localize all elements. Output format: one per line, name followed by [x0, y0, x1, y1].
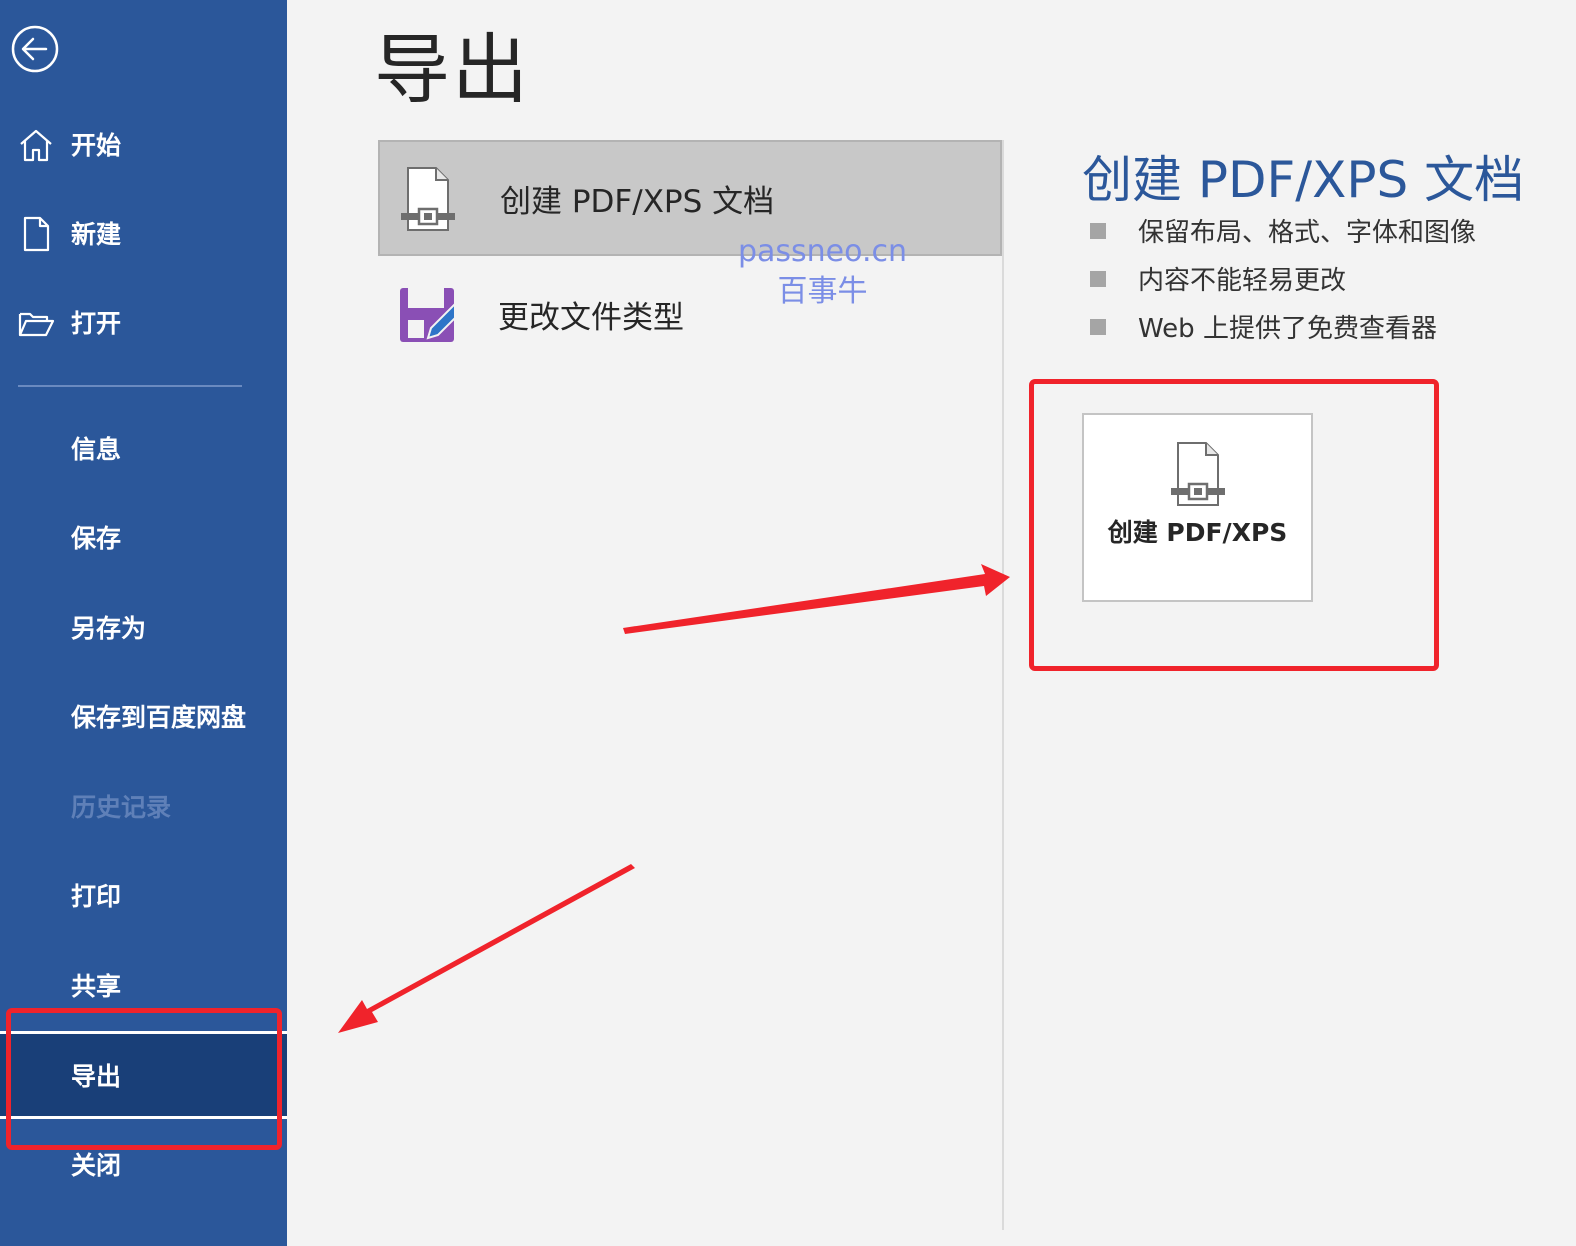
sidebar-divider	[18, 385, 242, 387]
pane-divider	[1002, 140, 1004, 1230]
sidebar-item-label: 另存为	[71, 614, 147, 643]
sidebar-item-label: 信息	[71, 435, 122, 464]
sidebar-item-history: 历史记录	[0, 776, 287, 836]
sidebar-item-label: 共享	[71, 972, 122, 1001]
watermark-line1: passneo.cn	[737, 234, 908, 269]
sidebar-item-save-as[interactable]: 另存为	[0, 597, 287, 657]
sidebar-item-label: 历史记录	[71, 793, 172, 822]
sidebar-item-new[interactable]: 新建	[0, 203, 287, 263]
change-file-type-icon	[400, 288, 454, 342]
page-title: 导出	[374, 25, 530, 114]
watermark: passneo.cn 百事牛	[735, 232, 910, 312]
sidebar-item-home[interactable]: 开始	[0, 114, 287, 174]
detail-title: 创建 PDF/XPS 文档	[1082, 151, 1525, 209]
sidebar-item-share[interactable]: 共享	[0, 955, 287, 1015]
export-option-label: 创建 PDF/XPS 文档	[500, 183, 775, 220]
bullet-square-icon	[1090, 319, 1106, 335]
annotation-arrow-left	[338, 864, 635, 1033]
home-icon	[20, 129, 52, 162]
open-folder-icon	[18, 312, 55, 337]
sidebar-item-print[interactable]: 打印	[0, 865, 287, 925]
sidebar-item-label: 保存	[71, 524, 122, 553]
sidebar-item-save-to-baidu-netdisk[interactable]: 保存到百度网盘	[0, 686, 287, 746]
back-arrow-icon[interactable]	[10, 24, 60, 74]
sidebar-item-label: 打开	[71, 309, 122, 338]
annotation-highlight-export-item	[6, 1008, 282, 1150]
sidebar-item-label: 打印	[71, 882, 122, 911]
annotation-highlight-create-button	[1029, 379, 1439, 671]
sidebar-item-label: 新建	[71, 220, 122, 249]
sidebar-item-info[interactable]: 信息	[0, 418, 287, 478]
bullet-square-icon	[1090, 223, 1106, 239]
sidebar-item-open[interactable]: 打开	[0, 292, 287, 352]
watermark-line2: 百事牛	[777, 274, 868, 309]
sidebar-item-label: 保存到百度网盘	[71, 703, 247, 732]
pdf-document-icon	[401, 167, 455, 231]
annotation-arrow-right	[623, 564, 1010, 634]
sidebar-item-label: 关闭	[71, 1151, 122, 1180]
export-option-label: 更改文件类型	[498, 299, 684, 336]
sidebar-item-label: 开始	[71, 131, 122, 160]
app-window: 开始 新建 打开 信息 保存 另存为 保存到百度网盘 历史记录 打印 共享 导出…	[0, 0, 1576, 1246]
new-document-icon	[23, 216, 50, 252]
bullet-square-icon	[1090, 271, 1106, 287]
sidebar-item-save[interactable]: 保存	[0, 507, 287, 567]
